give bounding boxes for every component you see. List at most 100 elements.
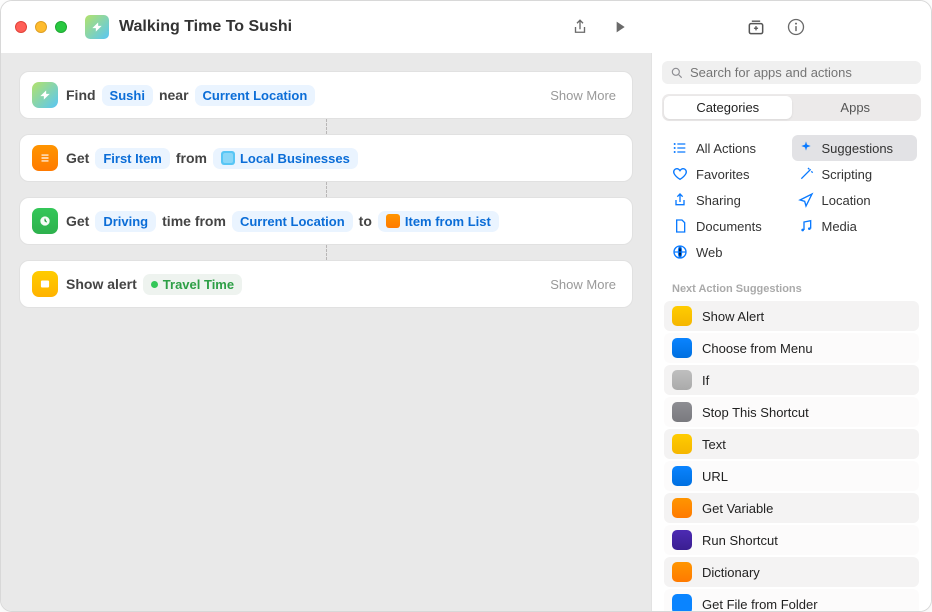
variable-token[interactable]: Travel Time <box>143 274 242 295</box>
search-icon <box>670 66 684 80</box>
tab-apps[interactable]: Apps <box>792 96 920 119</box>
category-sharing[interactable]: Sharing <box>666 187 792 213</box>
zoom-window-button[interactable] <box>55 21 67 33</box>
clock-icon <box>32 208 58 234</box>
action-icon <box>672 402 692 422</box>
titlebar: Walking Time To Sushi <box>1 1 931 53</box>
suggestion-item[interactable]: If <box>664 365 919 395</box>
param-token[interactable]: Driving <box>95 211 156 232</box>
shortcut-icon <box>85 15 109 39</box>
action-word: to <box>359 213 372 229</box>
suggestion-label: Get Variable <box>702 501 773 516</box>
suggestion-label: If <box>702 373 709 388</box>
category-suggestions[interactable]: Suggestions <box>792 135 918 161</box>
suggestion-item[interactable]: Choose from Menu <box>664 333 919 363</box>
action-card[interactable]: Show alert Travel Time Show More <box>19 260 633 308</box>
category-list: All Actions Suggestions Favorites Scripting… <box>652 129 931 275</box>
suggestion-item[interactable]: Get Variable <box>664 493 919 523</box>
heart-icon <box>672 166 688 182</box>
tab-categories[interactable]: Categories <box>664 96 792 119</box>
suggestion-item[interactable]: Get File from Folder <box>664 589 919 611</box>
category-scripting[interactable]: Scripting <box>792 161 918 187</box>
search-input[interactable] <box>690 65 913 80</box>
list-item-icon <box>386 214 400 228</box>
param-token[interactable]: Sushi <box>102 85 153 106</box>
wand-icon <box>798 166 814 182</box>
info-button[interactable] <box>785 16 807 38</box>
action-word: Show alert <box>66 276 137 292</box>
search-field[interactable] <box>662 61 921 84</box>
category-label: Sharing <box>696 193 741 208</box>
suggestions-header: Next Action Suggestions <box>652 275 931 301</box>
share-icon <box>672 192 688 208</box>
show-more-button[interactable]: Show More <box>546 275 620 294</box>
suggestion-item[interactable]: Stop This Shortcut <box>664 397 919 427</box>
category-label: Scripting <box>822 167 873 182</box>
action-card[interactable]: Get Driving time from Current Location t… <box>19 197 633 245</box>
category-location[interactable]: Location <box>792 187 918 213</box>
suggestion-label: Choose from Menu <box>702 341 813 356</box>
connector <box>326 182 327 197</box>
library-sidebar: Categories Apps All Actions Suggestions Fa… <box>651 53 931 611</box>
connector <box>326 245 327 260</box>
action-word: Get <box>66 150 89 166</box>
minimize-window-button[interactable] <box>35 21 47 33</box>
category-label: Media <box>822 219 857 234</box>
list-icon <box>672 140 688 156</box>
suggestion-label: Run Shortcut <box>702 533 778 548</box>
suggestion-item[interactable]: Show Alert <box>664 301 919 331</box>
suggestion-label: URL <box>702 469 728 484</box>
category-web[interactable]: Web <box>666 239 792 265</box>
action-word: from <box>176 150 207 166</box>
category-media[interactable]: Media <box>792 213 918 239</box>
action-icon <box>672 562 692 582</box>
action-card[interactable]: Get First Item from Local Businesses <box>19 134 633 182</box>
category-label: Web <box>696 245 723 260</box>
suggestion-item[interactable]: Text <box>664 429 919 459</box>
alert-icon <box>32 271 58 297</box>
workflow-canvas[interactable]: Find Sushi near Current Location Show Mo… <box>1 53 651 611</box>
close-window-button[interactable] <box>15 21 27 33</box>
suggestion-list: Show Alert Choose from Menu If Stop This Sh… <box>652 301 931 611</box>
action-icon <box>672 434 692 454</box>
category-label: Suggestions <box>822 141 894 156</box>
action-word: Get <box>66 213 89 229</box>
action-card[interactable]: Find Sushi near Current Location Show Mo… <box>19 71 633 119</box>
globe-icon <box>672 244 688 260</box>
action-icon <box>672 498 692 518</box>
action-icon <box>672 306 692 326</box>
library-button[interactable] <box>745 16 767 38</box>
suggestion-label: Text <box>702 437 726 452</box>
param-token[interactable]: Item from List <box>378 211 499 232</box>
list-icon <box>32 145 58 171</box>
action-icon <box>672 594 692 611</box>
suggestion-label: Get File from Folder <box>702 597 818 612</box>
business-icon <box>221 151 235 165</box>
suggestion-item[interactable]: Dictionary <box>664 557 919 587</box>
category-favorites[interactable]: Favorites <box>666 161 792 187</box>
action-word: time from <box>162 213 226 229</box>
sparkle-icon <box>798 140 814 156</box>
suggestion-label: Dictionary <box>702 565 760 580</box>
suggestion-item[interactable]: URL <box>664 461 919 491</box>
show-more-button[interactable]: Show More <box>546 86 620 105</box>
suggestion-item[interactable]: Run Shortcut <box>664 525 919 555</box>
run-button[interactable] <box>609 16 631 38</box>
window-controls <box>15 21 67 33</box>
connector <box>326 119 327 134</box>
param-token[interactable]: Local Businesses <box>213 148 358 169</box>
action-word: Find <box>66 87 96 103</box>
param-token[interactable]: Current Location <box>232 211 353 232</box>
share-button[interactable] <box>569 16 591 38</box>
action-icon <box>672 370 692 390</box>
category-label: Location <box>822 193 871 208</box>
param-token[interactable]: Current Location <box>195 85 316 106</box>
action-icon <box>672 466 692 486</box>
param-token[interactable]: First Item <box>95 148 170 169</box>
suggestion-label: Stop This Shortcut <box>702 405 809 420</box>
library-segmented-control: Categories Apps <box>662 94 921 121</box>
category-documents[interactable]: Documents <box>666 213 792 239</box>
maps-icon <box>32 82 58 108</box>
shortcut-title[interactable]: Walking Time To Sushi <box>119 18 292 36</box>
category-all-actions[interactable]: All Actions <box>666 135 792 161</box>
